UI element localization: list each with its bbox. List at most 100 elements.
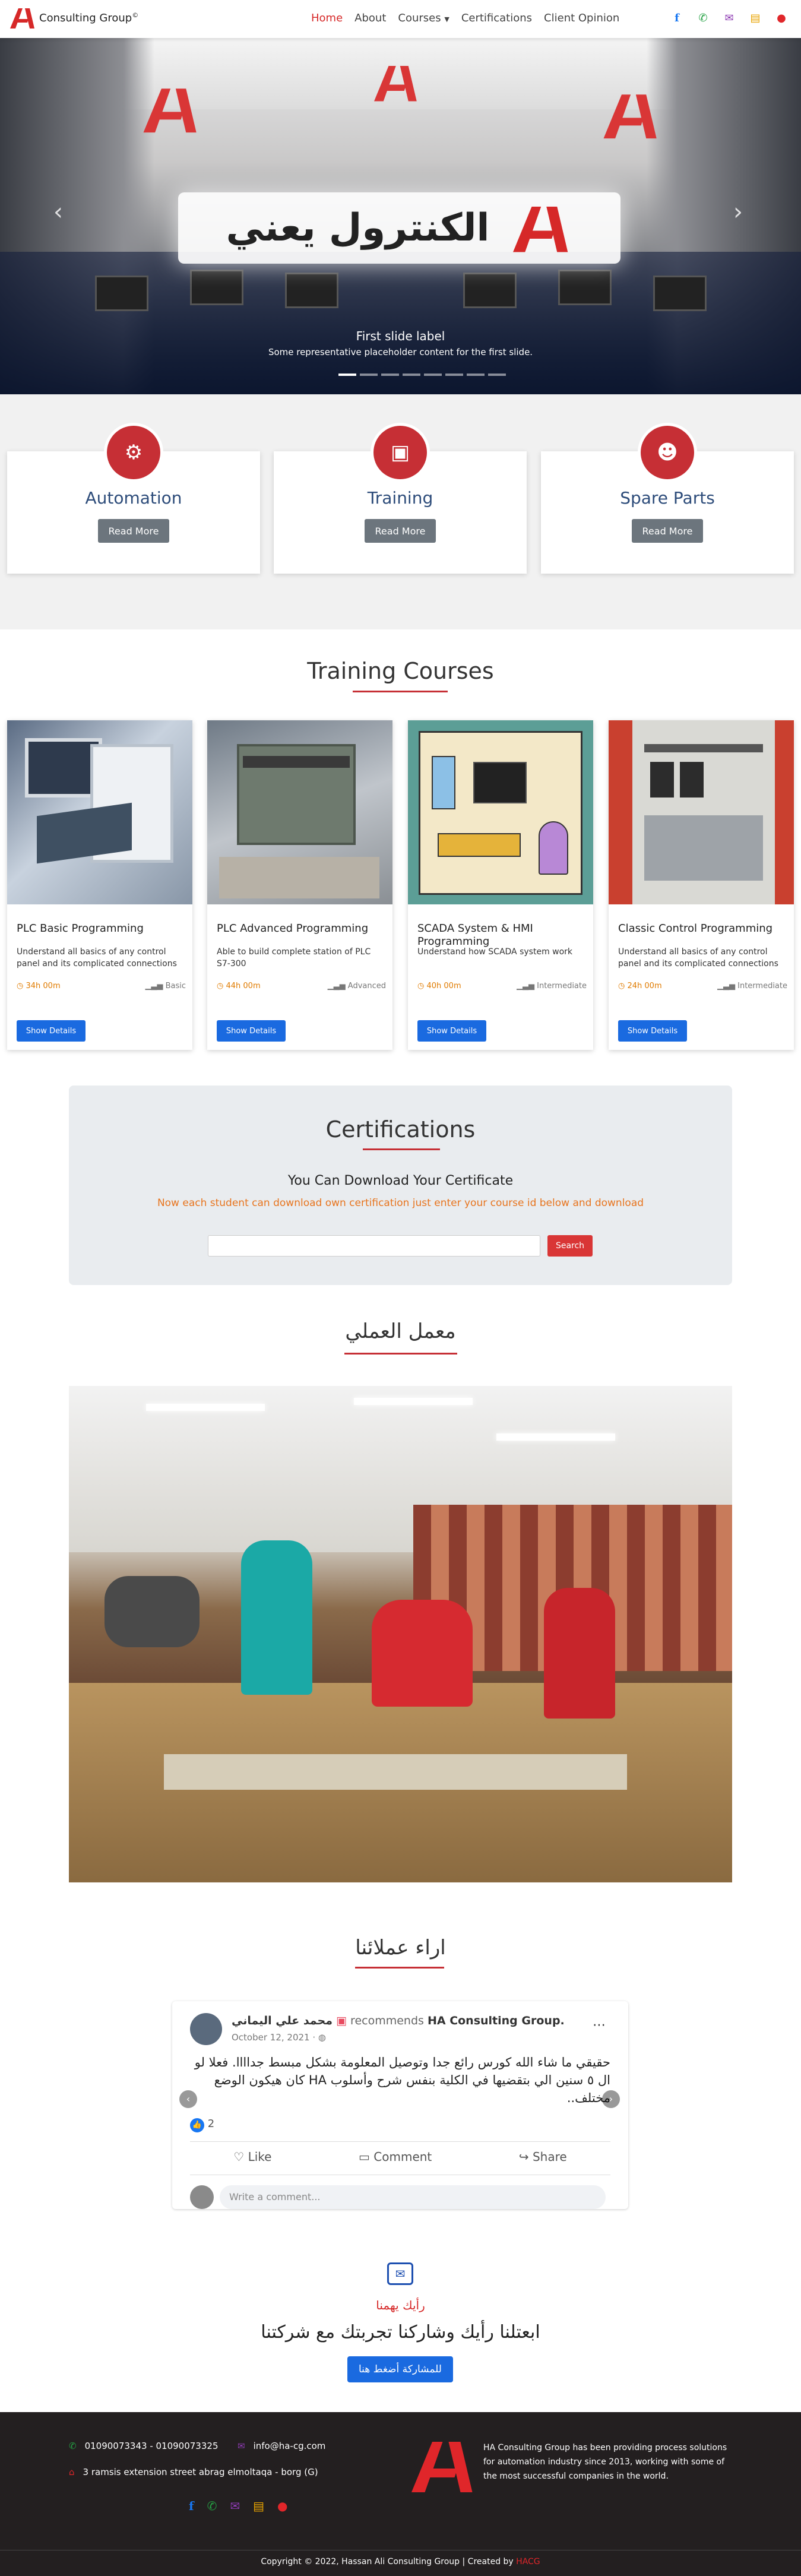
carousel-indicator[interactable] xyxy=(403,374,420,376)
email-icon: ✉ xyxy=(238,2441,245,2451)
services-section: ⚙ Automation Read More ▣ Training Read M… xyxy=(0,394,801,629)
course-duration: ◷ 40h 00m xyxy=(417,982,461,990)
email-icon[interactable]: ✉ xyxy=(230,2499,240,2513)
show-details-button[interactable]: Show Details xyxy=(618,1020,687,1042)
search-button[interactable]: Search xyxy=(547,1235,593,1257)
show-details-button[interactable]: Show Details xyxy=(417,1020,486,1042)
signal-icon: ▁▃▅ xyxy=(516,982,534,990)
like-reaction-icon: 👍 xyxy=(190,2118,204,2132)
course-level: ▁▃▅ Intermediate xyxy=(516,982,587,990)
course-title: PLC Advanced Programming xyxy=(217,922,369,935)
signal-icon: ▁▃▅ xyxy=(717,982,735,990)
phone-icon: ✆ xyxy=(69,2441,77,2451)
facebook-icon[interactable]: f xyxy=(670,11,684,25)
signal-icon: ▁▃▅ xyxy=(327,982,346,990)
nav-link-courses[interactable]: Courses ▼ xyxy=(398,12,449,24)
course-image xyxy=(207,720,392,904)
read-more-button[interactable]: Read More xyxy=(632,519,703,543)
nav-link-client-opinion[interactable]: Client Opinion xyxy=(544,12,619,24)
course-card: Classic Control Programming Understand a… xyxy=(609,720,794,1050)
hero-carousel: الكنترول يعني ‹ › First slide label Some… xyxy=(0,38,801,394)
read-more-button[interactable]: Read More xyxy=(365,519,436,543)
certifications-panel: Certifications You Can Download Your Cer… xyxy=(69,1086,732,1285)
carousel-indicator[interactable] xyxy=(338,374,356,376)
feedback-heading: ابعتلنا رأيك وشاركنا تجربتك مع شركتنا xyxy=(261,2322,540,2343)
clock-icon: ◷ xyxy=(618,982,625,990)
course-card: SCADA System & HMI Programming Understan… xyxy=(408,720,593,1050)
nav-link-certifications[interactable]: Certifications xyxy=(461,12,532,24)
service-icon-wrap: ⚙ xyxy=(104,423,163,482)
course-id-input[interactable] xyxy=(208,1235,540,1257)
write-comment-input[interactable]: Write a comment... xyxy=(220,2185,606,2209)
course-duration: ◷ 34h 00m xyxy=(17,982,61,990)
course-title: Classic Control Programming xyxy=(618,922,773,935)
shop-icon[interactable]: ▤ xyxy=(253,2499,264,2513)
share-opinion-button[interactable]: للمشاركة أضغط هنا xyxy=(347,2356,453,2382)
course-card: PLC Advanced Programming Able to build c… xyxy=(207,720,392,1050)
testimonial-text: حقيقي ما شاء الله كورس رائع جدا وتوصيل ا… xyxy=(194,2055,610,2105)
carousel-next-icon[interactable]: › xyxy=(733,198,743,226)
clock-icon: ◷ xyxy=(217,982,224,990)
lab-photo xyxy=(69,1386,732,1882)
hero-floor xyxy=(0,252,801,394)
carousel-indicators xyxy=(338,374,506,376)
nav-links: Home About Courses ▼ Certifications Clie… xyxy=(311,12,619,24)
course-level: ▁▃▅ Basic xyxy=(145,982,186,990)
brand-name: Consulting Group© xyxy=(39,11,139,24)
avatar xyxy=(190,2013,222,2045)
mail-open-icon: ✉ xyxy=(387,2262,413,2285)
service-title: Spare Parts xyxy=(620,488,715,508)
phone-icon[interactable]: ✆ xyxy=(696,11,710,25)
reaction-count: 👍 2 xyxy=(190,2118,214,2132)
footer-about: HA Consulting Group has been providing p… xyxy=(483,2443,727,2481)
wall-logo-left xyxy=(143,88,197,133)
like-button[interactable]: ♡ Like xyxy=(233,2150,271,2164)
testimonial-next-icon[interactable]: › xyxy=(602,2090,620,2108)
more-options-icon[interactable]: ⋯ xyxy=(593,2018,606,2033)
recommend-badge-icon: ▣ xyxy=(336,2014,347,2027)
nav-link-home[interactable]: Home xyxy=(311,12,343,24)
course-level: ▁▃▅ Intermediate xyxy=(717,982,787,990)
reviewer-name[interactable]: محمد علي اليماني xyxy=(232,2014,333,2027)
location-icon[interactable]: ● xyxy=(277,2499,287,2513)
testimonial-card: محمد علي اليماني ▣ recommends HA Consult… xyxy=(172,2001,628,2209)
carousel-indicator[interactable] xyxy=(488,374,506,376)
comment-icon: ▭ xyxy=(359,2150,370,2164)
service-card-training: ▣ Training Read More xyxy=(274,423,527,574)
service-icon-wrap: ▣ xyxy=(371,423,430,482)
creator-link[interactable]: HACG xyxy=(516,2557,540,2566)
location-icon[interactable]: ● xyxy=(774,11,789,25)
title-underline xyxy=(353,691,448,692)
brand-logo[interactable]: Consulting Group© xyxy=(8,6,138,30)
nav-link-about[interactable]: About xyxy=(354,12,386,24)
carousel-caption-title: First slide label xyxy=(356,329,445,343)
wall-logo-right xyxy=(603,94,657,139)
show-details-button[interactable]: Show Details xyxy=(217,1020,286,1042)
shop-icon[interactable]: ▤ xyxy=(748,11,762,25)
post-actions: ♡ Like ▭ Comment ↪ Share xyxy=(190,2150,610,2164)
carousel-indicator[interactable] xyxy=(360,374,378,376)
lab-title: معمل العملي xyxy=(345,1319,456,1343)
course-image xyxy=(7,720,192,904)
carousel-indicator[interactable] xyxy=(381,374,399,376)
email-icon[interactable]: ✉ xyxy=(722,11,736,25)
title-underline xyxy=(344,1353,457,1355)
facebook-icon[interactable]: f xyxy=(189,2499,194,2513)
footer-logo xyxy=(411,2442,473,2492)
carousel-indicator[interactable] xyxy=(467,374,485,376)
show-details-button[interactable]: Show Details xyxy=(17,1020,86,1042)
carousel-prev-icon[interactable]: ‹ xyxy=(53,198,63,226)
carousel-indicator[interactable] xyxy=(424,374,442,376)
course-duration: ◷ 44h 00m xyxy=(217,982,261,990)
read-more-button[interactable]: Read More xyxy=(98,519,169,543)
footer-address: ⌂ 3 ramsis extension street abrag elmolta… xyxy=(69,2467,318,2477)
carousel-indicator[interactable] xyxy=(445,374,463,376)
phone-icon[interactable]: ✆ xyxy=(207,2499,217,2513)
comment-button[interactable]: ▭ Comment xyxy=(359,2150,432,2164)
clock-icon: ◷ xyxy=(17,982,24,990)
course-meta: ◷ 40h 00m ▁▃▅ Intermediate xyxy=(417,982,587,990)
page-name[interactable]: HA Consulting Group. xyxy=(428,2014,565,2027)
share-button[interactable]: ↪ Share xyxy=(519,2150,567,2164)
certifications-note: Now each student can download own certif… xyxy=(157,1197,644,1209)
testimonial-prev-icon[interactable]: ‹ xyxy=(179,2090,197,2108)
